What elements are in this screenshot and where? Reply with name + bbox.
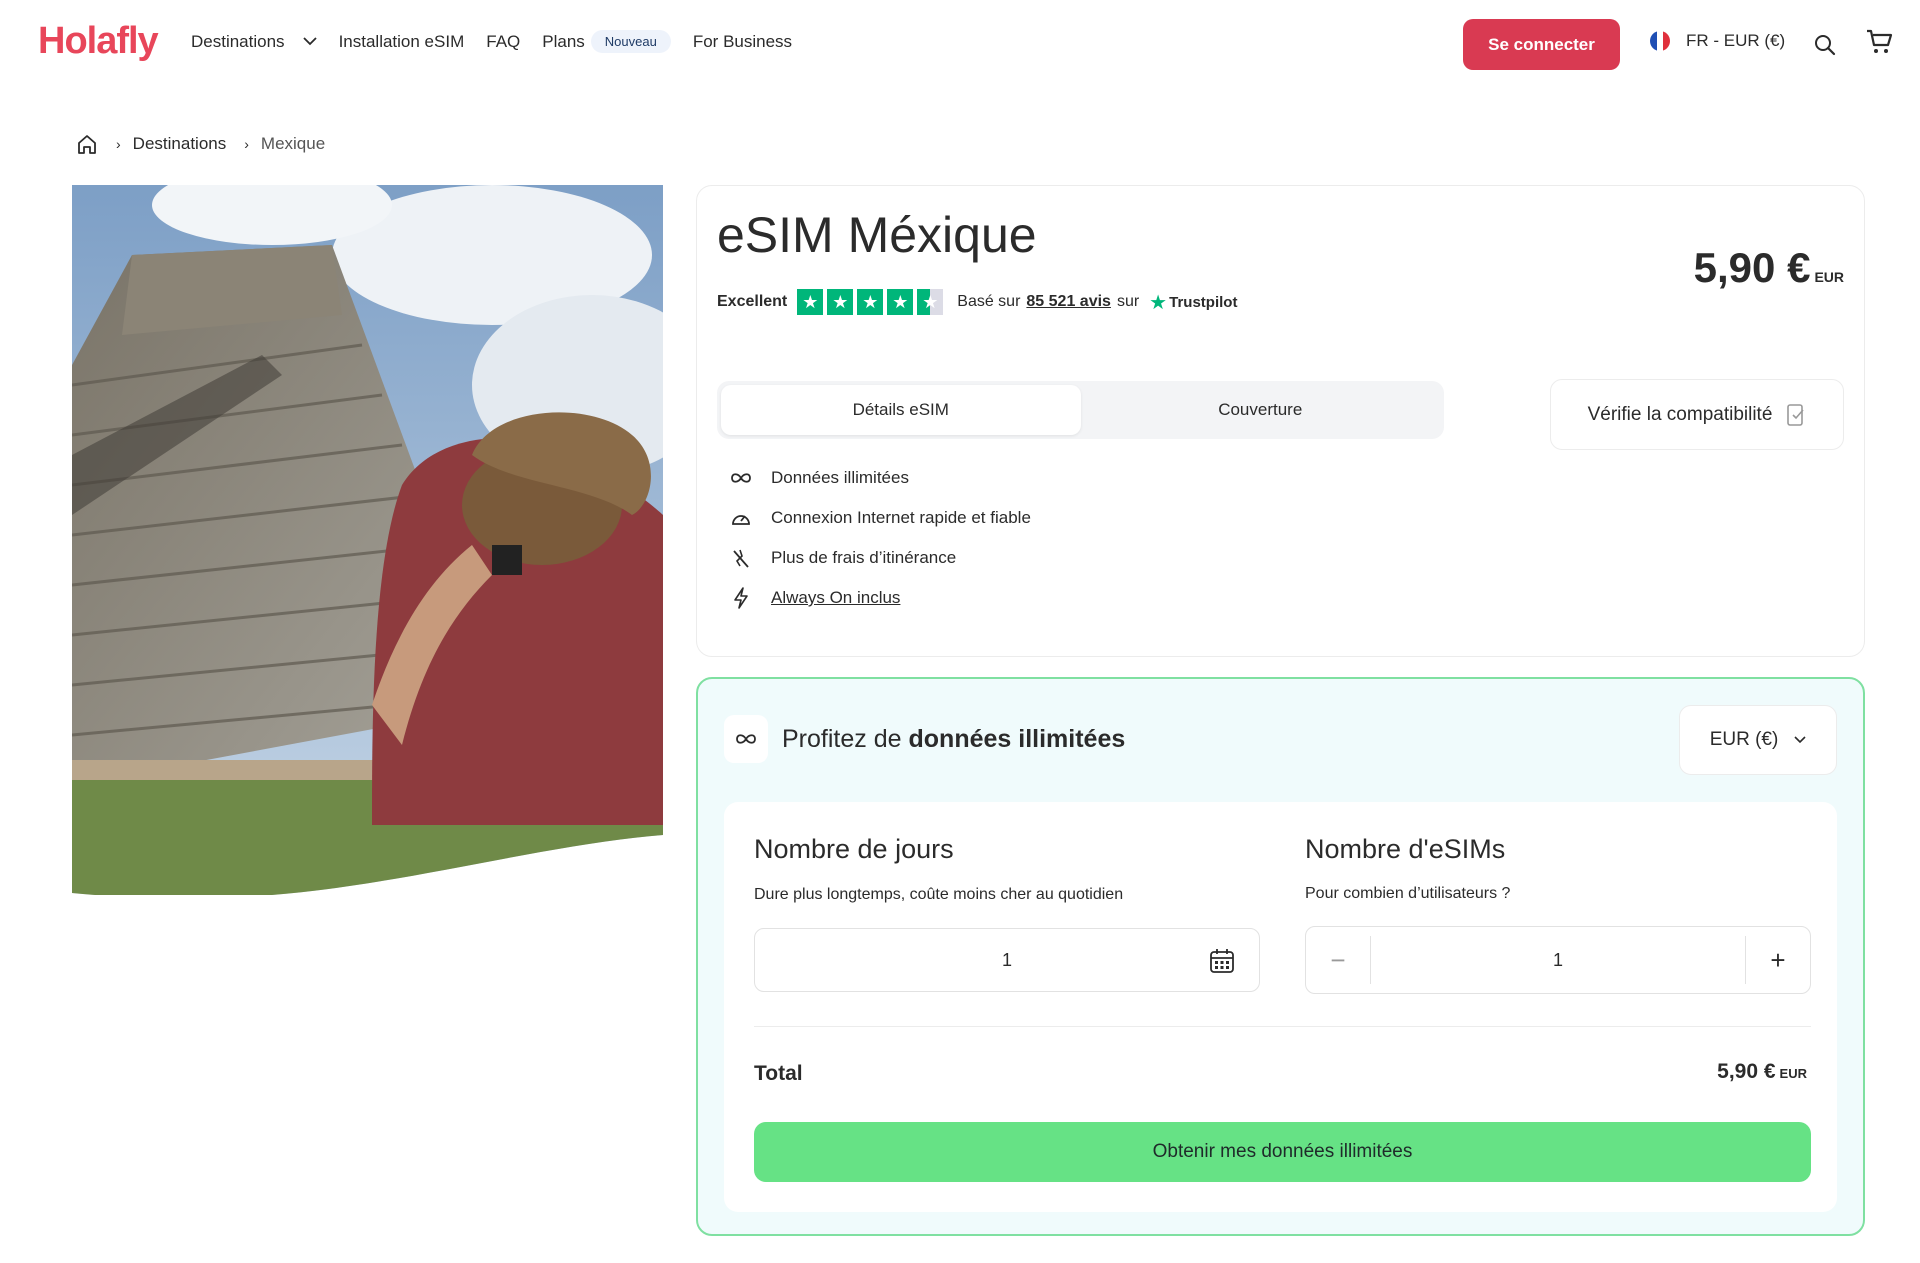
feature-label: Connexion Internet rapide et fiable: [771, 508, 1031, 527]
divider: [754, 1026, 1811, 1027]
star-icon: ★: [797, 289, 824, 315]
breadcrumb-current: Mexique: [260, 134, 326, 153]
days-title: Nombre de jours: [754, 834, 954, 864]
trustpilot-logo[interactable]: ★ Trustpilot: [1149, 290, 1237, 315]
infinity-icon: [724, 715, 768, 763]
check-compatibility-button[interactable]: Vérifie la compatibilité: [1550, 379, 1844, 450]
total-price-currency: EUR: [1779, 1066, 1807, 1081]
days-subtitle: Dure plus longtemps, coûte moins cher au…: [754, 886, 1124, 903]
total-price: 5,90 € EUR: [1717, 1060, 1807, 1084]
total-label: Total: [754, 1062, 803, 1085]
rating-based-on: Basé sur: [957, 293, 1021, 310]
nav-installation-label: Installation eSIM: [338, 31, 465, 51]
nav-plans[interactable]: Plans Nouveau: [542, 30, 671, 53]
feature-item: Connexion Internet rapide et fiable: [729, 498, 1031, 538]
nav-destinations-label: Destinations: [191, 31, 285, 51]
phone-check-icon: [1787, 403, 1805, 426]
calendar-icon[interactable]: [1209, 947, 1235, 975]
breadcrumb: › Destinations › Mexique: [76, 133, 325, 155]
feature-item: Always On inclus: [729, 578, 1031, 618]
breadcrumb-separator: ›: [116, 136, 121, 152]
infinity-icon: [729, 466, 753, 490]
esims-value[interactable]: 1: [1370, 936, 1746, 984]
lightning-icon: [729, 586, 753, 610]
holafly-logo[interactable]: Holafly: [38, 20, 159, 63]
product-price: 5,90 € EUR: [1694, 244, 1844, 292]
search-icon[interactable]: [1814, 34, 1836, 56]
product-price-currency: EUR: [1814, 269, 1844, 285]
nav-for-business-label: For Business: [692, 31, 793, 51]
tab-esim-details[interactable]: Détails eSIM: [721, 385, 1081, 435]
main-nav: Destinations Installation eSIM FAQ Plans…: [191, 30, 814, 53]
nav-for-business[interactable]: For Business: [693, 32, 792, 52]
home-icon[interactable]: [76, 133, 98, 155]
cart-icon[interactable]: [1865, 28, 1893, 56]
site-header: Holafly Destinations Installation eSIM F…: [0, 0, 1920, 88]
currency-label: EUR (€): [1709, 729, 1779, 750]
plan-heading: Profitez de données illimitées: [724, 715, 1125, 763]
locale-selector[interactable]: FR - EUR (€): [1650, 31, 1785, 51]
product-title: eSIM Méxique: [717, 207, 1037, 263]
new-badge: Nouveau: [590, 30, 671, 53]
decrement-button[interactable]: −: [1306, 927, 1370, 993]
feature-item: Données illimitées: [729, 458, 1031, 498]
esims-subtitle: Pour combien d’utilisateurs ?: [1305, 885, 1511, 902]
nav-faq-label: FAQ: [486, 31, 521, 51]
no-roaming-icon: [729, 546, 753, 570]
chevron-down-icon: [302, 37, 317, 46]
esims-title: Nombre d'eSIMs: [1305, 834, 1506, 864]
nav-plans-label: Plans: [542, 31, 585, 51]
rating-stars: ★ ★ ★ ★ ★: [797, 289, 947, 315]
speedometer-icon: [729, 506, 753, 530]
currency-select[interactable]: EUR (€): [1679, 705, 1837, 775]
plan-selector: Profitez de données illimitées EUR (€) N…: [696, 677, 1865, 1236]
chevron-down-icon: [1794, 736, 1806, 744]
total-price-value: 5,90 €: [1717, 1060, 1776, 1083]
check-compatibility-label: Vérifie la compatibilité: [1587, 403, 1773, 425]
fr-flag-icon: [1650, 31, 1670, 51]
trustpilot-star-icon: ★: [1149, 291, 1168, 314]
star-icon: ★: [857, 289, 884, 315]
breadcrumb-destinations[interactable]: Destinations: [133, 134, 227, 154]
star-icon: ★: [887, 289, 914, 315]
tab-coverage[interactable]: Couverture: [1081, 385, 1441, 435]
feature-item: Plus de frais d’itinérance: [729, 538, 1031, 578]
half-star-icon: ★: [917, 289, 944, 315]
breadcrumb-separator: ›: [244, 136, 249, 152]
days-value: 1: [1001, 949, 1012, 970]
locale-label: FR - EUR (€): [1686, 31, 1786, 50]
product-price-value: 5,90 €: [1693, 244, 1811, 291]
increment-button[interactable]: +: [1746, 927, 1810, 993]
nav-installation[interactable]: Installation eSIM: [339, 32, 465, 52]
star-icon: ★: [827, 289, 854, 315]
plan-heading-bold: données illimitées: [908, 724, 1126, 753]
nav-destinations[interactable]: Destinations: [191, 32, 317, 52]
rating-count-link[interactable]: 85 521 avis: [1026, 293, 1111, 311]
nav-faq[interactable]: FAQ: [486, 32, 520, 52]
product-card: eSIM Méxique 5,90 € EUR Excellent ★ ★ ★ ★…: [696, 185, 1865, 657]
rating-on: sur: [1116, 293, 1140, 310]
always-on-link[interactable]: Always On inclus: [771, 588, 900, 608]
days-input[interactable]: 1: [754, 928, 1260, 992]
plan-heading-prefix: Profitez de: [782, 724, 902, 753]
hero-image: [72, 185, 663, 895]
trustpilot-name: Trustpilot: [1169, 293, 1238, 311]
get-data-button[interactable]: Obtenir mes données illimitées: [754, 1122, 1811, 1182]
rating-label: Excellent: [717, 293, 788, 310]
feature-label: Plus de frais d’itinérance: [771, 548, 957, 567]
feature-label: Données illimitées: [771, 468, 909, 487]
login-button[interactable]: Se connecter: [1463, 19, 1620, 70]
plan-form: Nombre de jours Dure plus longtemps, coû…: [724, 802, 1837, 1212]
esims-stepper: − 1 +: [1305, 926, 1811, 994]
trustpilot-rating: Excellent ★ ★ ★ ★ ★ Basé sur 85 521 avis…: [717, 289, 1237, 315]
feature-list: Données illimitées Connexion Internet ra…: [729, 458, 1031, 618]
product-tabs: Détails eSIM Couverture: [717, 381, 1444, 439]
